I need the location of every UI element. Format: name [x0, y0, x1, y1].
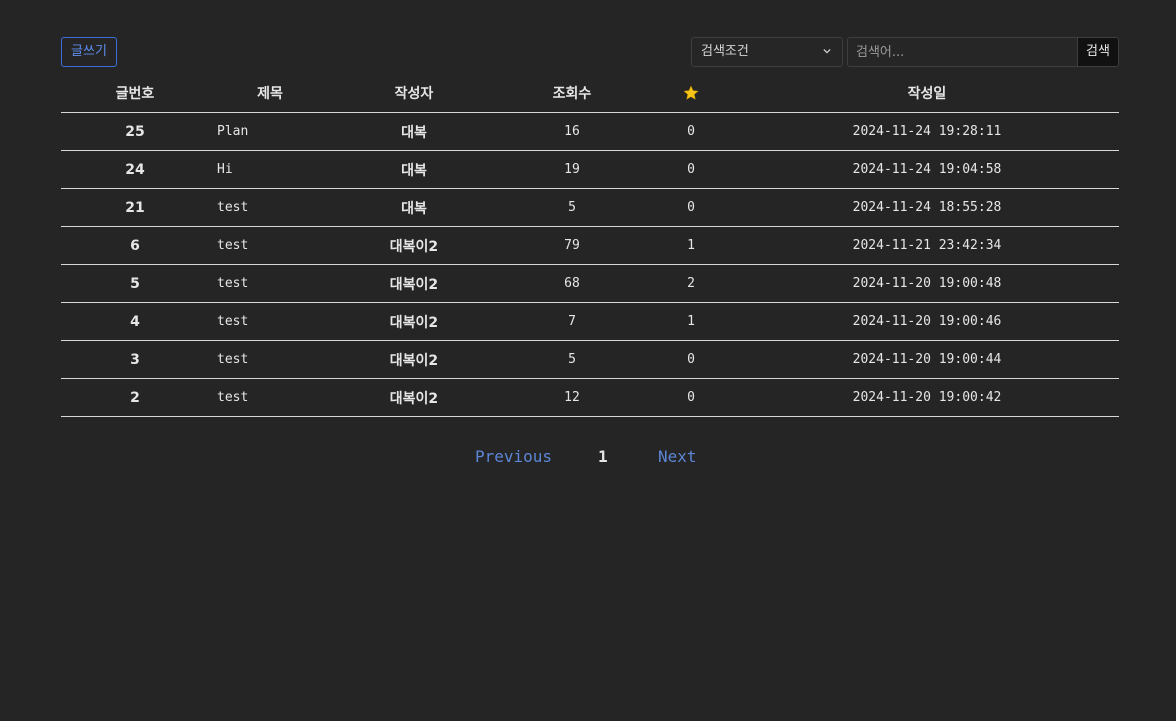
star-count-cell: 1 — [647, 302, 735, 341]
post-number-cell: 6 — [61, 226, 209, 265]
header-star[interactable] — [647, 74, 735, 113]
table-row[interactable]: 24 Hi 대복 19 0 2024-11-24 19:04:58 — [61, 150, 1119, 189]
search-input[interactable] — [847, 37, 1077, 67]
next-page-link[interactable]: Next — [658, 444, 697, 470]
author-cell: 대복이2 — [331, 378, 497, 417]
post-number-cell: 24 — [61, 150, 209, 189]
write-post-button[interactable]: 글쓰기 — [61, 37, 117, 67]
post-title-cell[interactable]: test — [209, 378, 331, 417]
post-number-cell: 25 — [61, 112, 209, 151]
author-cell: 대복이2 — [331, 340, 497, 379]
views-cell: 19 — [497, 150, 647, 189]
star-count-cell: 2 — [647, 264, 735, 303]
author-cell: 대복이2 — [331, 264, 497, 303]
date-cell: 2024-11-21 23:42:34 — [735, 226, 1119, 265]
post-title-cell[interactable]: Plan — [209, 112, 331, 151]
header-date[interactable]: 작성일 — [735, 74, 1119, 113]
author-cell: 대복 — [331, 150, 497, 189]
post-title-cell[interactable]: Hi — [209, 150, 331, 189]
views-cell: 12 — [497, 378, 647, 417]
post-table: 글번호 제목 작성자 조회수 작성일 25 Plan 대복 16 0 2024-11-24… — [61, 74, 1119, 417]
date-cell: 2024-11-20 19:00:42 — [735, 378, 1119, 417]
views-cell: 16 — [497, 112, 647, 151]
search-group: 검색조건 검색 — [691, 37, 1119, 67]
search-button[interactable]: 검색 — [1077, 37, 1119, 67]
board-toolbar: 글쓰기 검색조건 검색 — [61, 37, 1119, 67]
post-title-cell[interactable]: test — [209, 340, 331, 379]
header-title[interactable]: 제목 — [209, 74, 331, 113]
views-cell: 7 — [497, 302, 647, 341]
star-count-cell: 1 — [647, 226, 735, 265]
views-cell: 68 — [497, 264, 647, 303]
post-title-cell[interactable]: test — [209, 188, 331, 227]
star-icon — [683, 85, 699, 100]
views-cell: 5 — [497, 340, 647, 379]
post-number-cell: 21 — [61, 188, 209, 227]
author-cell: 대복 — [331, 188, 497, 227]
table-row[interactable]: 3 test 대복이2 5 0 2024-11-20 19:00:44 — [61, 340, 1119, 379]
table-row[interactable]: 21 test 대복 5 0 2024-11-24 18:55:28 — [61, 188, 1119, 227]
star-count-cell: 0 — [647, 112, 735, 151]
star-count-cell: 0 — [647, 150, 735, 189]
table-header-row: 글번호 제목 작성자 조회수 작성일 — [61, 74, 1119, 113]
date-cell: 2024-11-24 18:55:28 — [735, 188, 1119, 227]
date-cell: 2024-11-24 19:28:11 — [735, 112, 1119, 151]
table-row[interactable]: 4 test 대복이2 7 1 2024-11-20 19:00:46 — [61, 302, 1119, 341]
author-cell: 대복이2 — [331, 302, 497, 341]
star-count-cell: 0 — [647, 340, 735, 379]
post-number-cell: 5 — [61, 264, 209, 303]
post-title-cell[interactable]: test — [209, 302, 331, 341]
pagination: Previous 1 Next — [0, 444, 1176, 470]
post-title-cell[interactable]: test — [209, 264, 331, 303]
views-cell: 79 — [497, 226, 647, 265]
date-cell: 2024-11-20 19:00:46 — [735, 302, 1119, 341]
header-author[interactable]: 작성자 — [331, 74, 497, 113]
page-number-current[interactable]: 1 — [598, 444, 608, 470]
header-post-number[interactable]: 글번호 — [61, 74, 209, 113]
table-row[interactable]: 5 test 대복이2 68 2 2024-11-20 19:00:48 — [61, 264, 1119, 303]
post-number-cell: 2 — [61, 378, 209, 417]
author-cell: 대복이2 — [331, 226, 497, 265]
table-row[interactable]: 6 test 대복이2 79 1 2024-11-21 23:42:34 — [61, 226, 1119, 265]
table-row[interactable]: 2 test 대복이2 12 0 2024-11-20 19:00:42 — [61, 378, 1119, 417]
post-number-cell: 3 — [61, 340, 209, 379]
search-condition-select[interactable]: 검색조건 — [691, 37, 843, 67]
chevron-down-icon — [823, 48, 831, 54]
date-cell: 2024-11-24 19:04:58 — [735, 150, 1119, 189]
date-cell: 2024-11-20 19:00:44 — [735, 340, 1119, 379]
date-cell: 2024-11-20 19:00:48 — [735, 264, 1119, 303]
views-cell: 5 — [497, 188, 647, 227]
star-count-cell: 0 — [647, 188, 735, 227]
post-number-cell: 4 — [61, 302, 209, 341]
table-row[interactable]: 25 Plan 대복 16 0 2024-11-24 19:28:11 — [61, 112, 1119, 151]
star-count-cell: 0 — [647, 378, 735, 417]
author-cell: 대복 — [331, 112, 497, 151]
post-title-cell[interactable]: test — [209, 226, 331, 265]
header-views[interactable]: 조회수 — [497, 74, 647, 113]
search-condition-value: 검색조건 — [701, 44, 749, 59]
previous-page-link[interactable]: Previous — [475, 444, 552, 470]
